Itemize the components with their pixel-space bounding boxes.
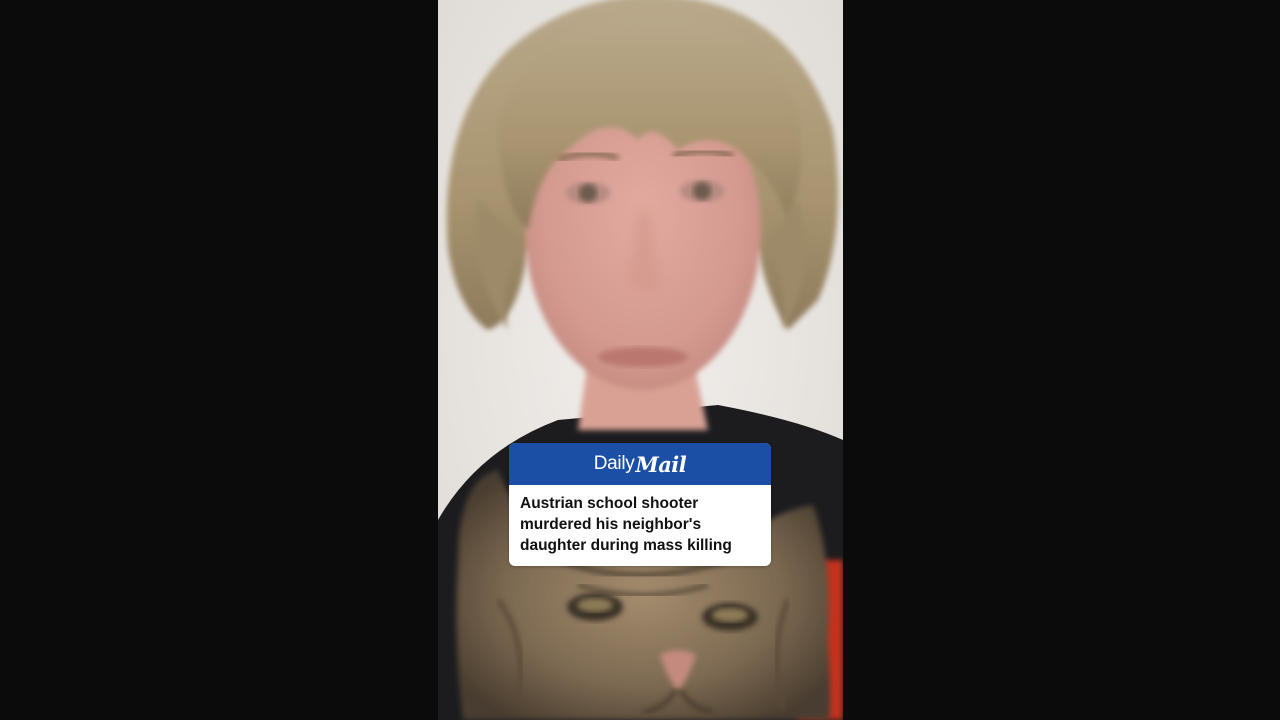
video-frame[interactable]: Daily Mail Austrian school shooter murde… bbox=[438, 0, 843, 720]
daily-mail-logo: Daily Mail bbox=[509, 443, 771, 485]
person-with-cat-photo bbox=[438, 0, 843, 720]
video-player: Daily Mail Austrian school shooter murde… bbox=[0, 0, 1280, 720]
logo-daily-text: Daily bbox=[593, 453, 635, 474]
news-headline-card[interactable]: Daily Mail Austrian school shooter murde… bbox=[509, 443, 771, 566]
headline-text: Austrian school shooter murdered his nei… bbox=[520, 495, 732, 554]
logo-mail-text: Mail bbox=[635, 451, 687, 477]
